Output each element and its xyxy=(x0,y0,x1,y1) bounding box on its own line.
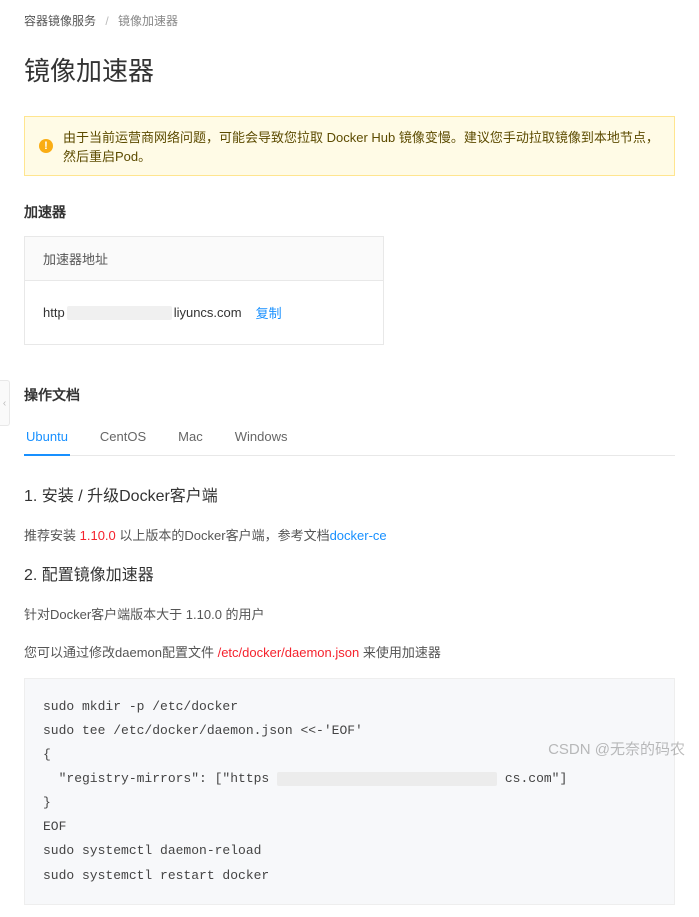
address-card: 加速器地址 http liyuncs.com 复制 xyxy=(24,236,384,345)
step1-text: 推荐安装 1.10.0 以上版本的Docker客户端，参考文档docker-ce xyxy=(24,524,675,547)
os-tabs: Ubuntu CentOS Mac Windows xyxy=(24,419,675,456)
accelerator-section-label: 加速器 xyxy=(24,202,675,222)
docker-ce-link[interactable]: docker-ce xyxy=(330,528,387,543)
alert-text: 由于当前运营商网络问题，可能会导致您拉取 Docker Hub 镜像变慢。建议您… xyxy=(63,127,660,165)
address-url-prefix: http xyxy=(43,305,65,320)
warning-alert: ! 由于当前运营商网络问题，可能会导致您拉取 Docker Hub 镜像变慢。建… xyxy=(24,116,675,176)
doc-content: 1. 安装 / 升级Docker客户端 推荐安装 1.10.0 以上版本的Doc… xyxy=(24,482,675,905)
tab-centos[interactable]: CentOS xyxy=(98,419,148,456)
version-highlight: 1.10.0 xyxy=(80,528,116,543)
tab-ubuntu[interactable]: Ubuntu xyxy=(24,419,70,456)
step2-title: 2. 配置镜像加速器 xyxy=(24,561,675,585)
breadcrumb: 容器镜像服务 / 镜像加速器 xyxy=(24,12,675,29)
address-url-masked xyxy=(67,306,172,320)
tab-windows[interactable]: Windows xyxy=(233,419,290,456)
tab-mac[interactable]: Mac xyxy=(176,419,205,456)
step1-title: 1. 安装 / 升级Docker客户端 xyxy=(24,482,675,506)
page-title: 镜像加速器 xyxy=(24,51,675,88)
copy-button[interactable]: 复制 xyxy=(256,303,282,322)
daemon-path: /etc/docker/daemon.json xyxy=(218,645,360,660)
warning-icon: ! xyxy=(39,139,53,153)
step2-line2: 您可以通过修改daemon配置文件 /etc/docker/daemon.jso… xyxy=(24,641,675,664)
address-card-header: 加速器地址 xyxy=(25,237,383,281)
breadcrumb-separator: / xyxy=(105,14,108,28)
code-block[interactable]: sudo mkdir -p /etc/docker sudo tee /etc/… xyxy=(24,678,675,904)
address-url-suffix: liyuncs.com xyxy=(174,305,242,320)
code-url-masked xyxy=(277,772,497,786)
breadcrumb-current: 镜像加速器 xyxy=(118,14,178,28)
step2-line1: 针对Docker客户端版本大于 1.10.0 的用户 xyxy=(24,603,675,626)
collapse-handle[interactable]: ‹ xyxy=(0,380,10,426)
docs-section-label: 操作文档 xyxy=(24,385,675,405)
breadcrumb-parent[interactable]: 容器镜像服务 xyxy=(24,14,96,28)
